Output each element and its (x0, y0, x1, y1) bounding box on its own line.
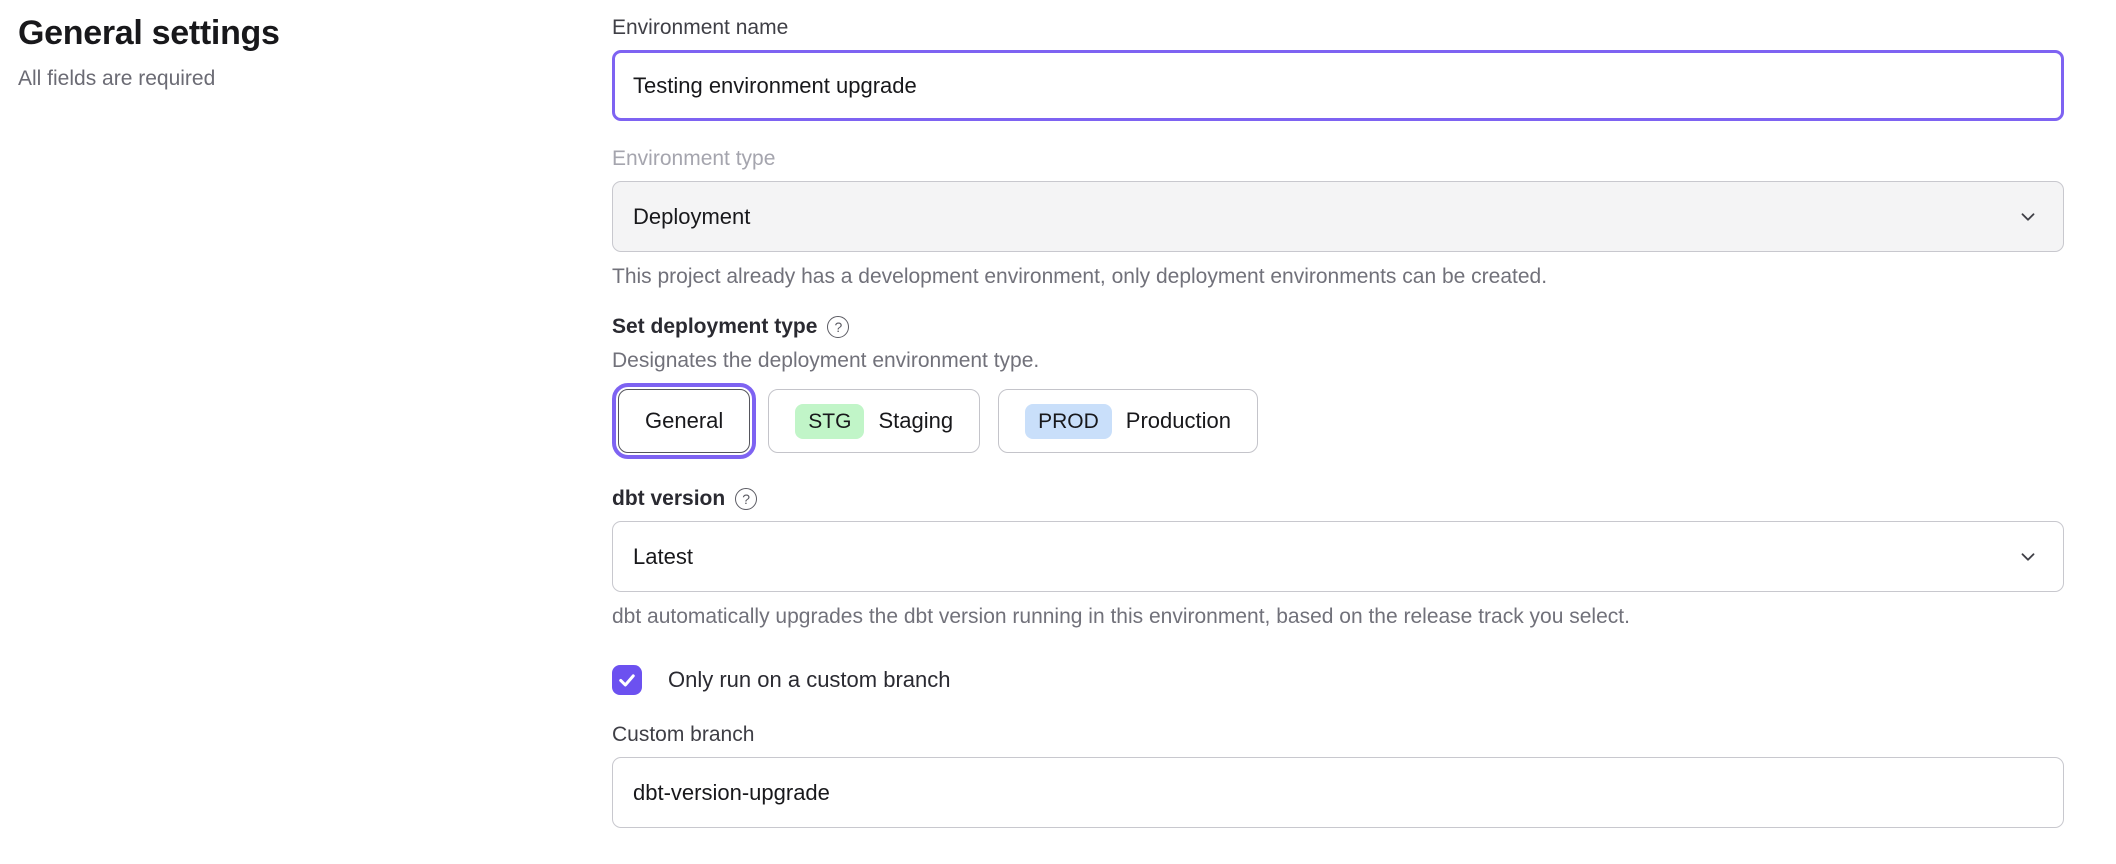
environment-type-field: Environment type Deployment This project… (612, 147, 2064, 289)
settings-header: General settings All fields are required (0, 14, 612, 854)
chevron-down-icon (2017, 546, 2039, 568)
deployment-type-general-label: General (645, 408, 723, 434)
environment-name-input[interactable] (612, 50, 2064, 121)
environment-name-field: Environment name (612, 16, 2064, 121)
page-subtitle: All fields are required (18, 67, 612, 91)
checkmark-icon (617, 670, 637, 690)
deployment-type-description: Designates the deployment environment ty… (612, 349, 2064, 373)
help-icon[interactable]: ? (827, 316, 849, 338)
staging-badge: STG (795, 404, 864, 439)
deployment-type-label: Set deployment type ? (612, 315, 2064, 339)
dbt-version-field: dbt version ? Latest dbt automatically u… (612, 487, 2064, 629)
custom-branch-label: Custom branch (612, 723, 2064, 747)
custom-branch-checkbox[interactable] (612, 665, 642, 695)
deployment-type-label-text: Set deployment type (612, 315, 817, 339)
page-title: General settings (18, 14, 612, 53)
environment-type-value: Deployment (633, 204, 750, 230)
settings-form: Environment name Environment type Deploy… (612, 14, 2064, 854)
deployment-type-production-button[interactable]: PROD Production (998, 389, 1258, 453)
chevron-down-icon (2017, 206, 2039, 228)
environment-type-select[interactable]: Deployment (612, 181, 2064, 252)
custom-branch-input[interactable] (612, 757, 2064, 828)
dbt-version-value: Latest (633, 544, 693, 570)
deployment-type-staging-label: Staging (878, 408, 953, 434)
deployment-type-production-label: Production (1126, 408, 1231, 434)
environment-name-label: Environment name (612, 16, 2064, 40)
custom-branch-toggle-label: Only run on a custom branch (668, 667, 950, 693)
help-icon[interactable]: ? (735, 488, 757, 510)
dbt-version-select[interactable]: Latest (612, 521, 2064, 592)
environment-type-label: Environment type (612, 147, 2064, 171)
deployment-type-staging-button[interactable]: STG Staging (768, 389, 980, 453)
custom-branch-field: Custom branch (612, 723, 2064, 828)
deployment-type-options: General STG Staging PROD Production (612, 389, 2064, 453)
dbt-version-label: dbt version ? (612, 487, 2064, 511)
production-badge: PROD (1025, 404, 1112, 439)
custom-branch-toggle-row[interactable]: Only run on a custom branch (612, 665, 2064, 695)
dbt-version-helper: dbt automatically upgrades the dbt versi… (612, 605, 2064, 629)
dbt-version-label-text: dbt version (612, 487, 725, 511)
deployment-type-general-button[interactable]: General (618, 389, 750, 453)
deployment-type-field: Set deployment type ? Designates the dep… (612, 315, 2064, 453)
environment-type-helper: This project already has a development e… (612, 265, 2064, 289)
environment-settings-page: General settings All fields are required… (0, 0, 2116, 854)
